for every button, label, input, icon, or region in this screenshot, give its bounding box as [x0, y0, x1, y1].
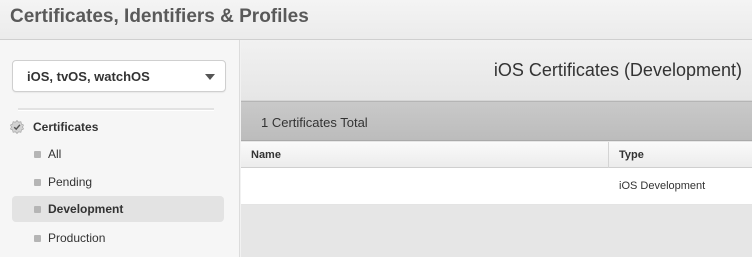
sidebar-item-all[interactable]: All [12, 141, 224, 167]
sidebar-item-label: Production [48, 231, 106, 245]
cell-name [241, 168, 609, 204]
app-title: Certificates, Identifiers & Profiles [10, 6, 309, 27]
bullet-icon [34, 235, 41, 242]
platform-select-value: iOS, tvOS, watchOS [27, 69, 150, 84]
bullet-icon [34, 151, 41, 158]
cell-type: iOS Development [619, 180, 706, 192]
sidebar-divider [18, 108, 214, 110]
sidebar-item-production[interactable]: Production [12, 225, 224, 251]
chevron-down-icon [205, 74, 215, 80]
certificate-seal-icon [10, 120, 24, 134]
sidebar-item-pending[interactable]: Pending [12, 169, 224, 195]
column-header-type[interactable]: Type [609, 142, 752, 168]
certificates-table: Name Type iOS Development [241, 142, 752, 205]
main-panel: iOS Certificates (Development) 1 Certifi… [241, 40, 752, 257]
sidebar-item-label: Pending [48, 175, 93, 189]
sidebar: iOS, tvOS, watchOS Certificates All Pend… [0, 40, 240, 257]
sidebar-item-development[interactable]: Development [12, 196, 224, 222]
column-header-name[interactable]: Name [241, 142, 609, 168]
bullet-icon [34, 206, 41, 213]
page-header: iOS Certificates (Development) [241, 40, 752, 101]
bullet-icon [34, 179, 41, 186]
sidebar-item-label: Development [48, 202, 124, 216]
table-row[interactable]: iOS Development [241, 168, 752, 205]
top-bar: Certificates, Identifiers & Profiles [0, 0, 752, 40]
sidebar-section-label: Certificates [33, 120, 99, 134]
total-count: 1 Certificates Total [261, 115, 368, 130]
total-bar: 1 Certificates Total [241, 101, 752, 141]
sidebar-item-label: All [48, 147, 62, 161]
table-header: Name Type [241, 142, 752, 168]
page-title: iOS Certificates (Development) [493, 60, 742, 80]
platform-select[interactable]: iOS, tvOS, watchOS [12, 60, 226, 92]
